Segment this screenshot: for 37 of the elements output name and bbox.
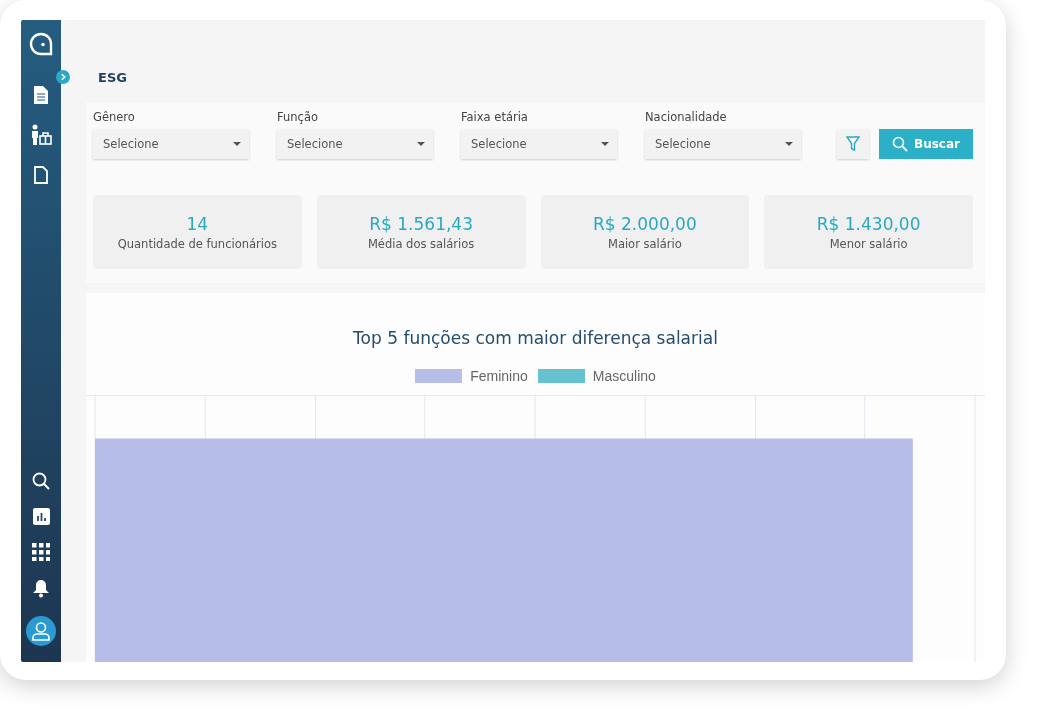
caret-icon (233, 141, 241, 147)
document-icon[interactable] (34, 86, 48, 104)
stat-label: Maior salário (607, 236, 682, 251)
stat-value: R$ 1.561,43 (369, 213, 473, 234)
caret-icon (417, 141, 425, 147)
stat-label: Menor salário (829, 236, 908, 251)
page-title: ESG (98, 70, 128, 85)
select-field[interactable]: Selecione (461, 129, 617, 159)
search-icon (892, 136, 908, 152)
filter-label: Função (277, 110, 319, 124)
search-icon[interactable] (32, 472, 50, 490)
expand-button[interactable] (56, 70, 70, 84)
legend-label: Masculino (592, 368, 656, 384)
caret-icon (601, 141, 609, 147)
stat-value: R$ 1.430,00 (816, 213, 921, 234)
legend-label: Feminino (470, 368, 528, 384)
stat-value: 14 (186, 213, 209, 234)
funnel-icon (846, 136, 860, 152)
select-field[interactable]: Selecione (277, 129, 433, 159)
filter-label: Gênero (93, 110, 136, 124)
people-icon[interactable] (30, 124, 52, 146)
avatar-button[interactable] (26, 616, 56, 646)
select-field[interactable]: Selecione (93, 129, 249, 159)
stat-label: Quantidade de funcionários (117, 236, 277, 251)
stat-label: Média dos salários (367, 236, 475, 251)
grid-icon[interactable] (32, 543, 50, 561)
bell-icon[interactable] (33, 579, 49, 598)
chart-icon[interactable] (32, 508, 50, 525)
caret-icon (785, 141, 793, 147)
stat-value: R$ 2.000,00 (593, 213, 697, 234)
select-field[interactable]: Selecione (645, 129, 801, 159)
file-icon[interactable] (34, 166, 48, 184)
filter-label: Nacionalidade (645, 110, 728, 124)
filter-label: Faixa etária (461, 110, 529, 124)
logo-icon (29, 32, 53, 56)
user-icon (31, 621, 51, 641)
chart-title: Top 5 funções com maior diferença salarial (353, 328, 718, 348)
